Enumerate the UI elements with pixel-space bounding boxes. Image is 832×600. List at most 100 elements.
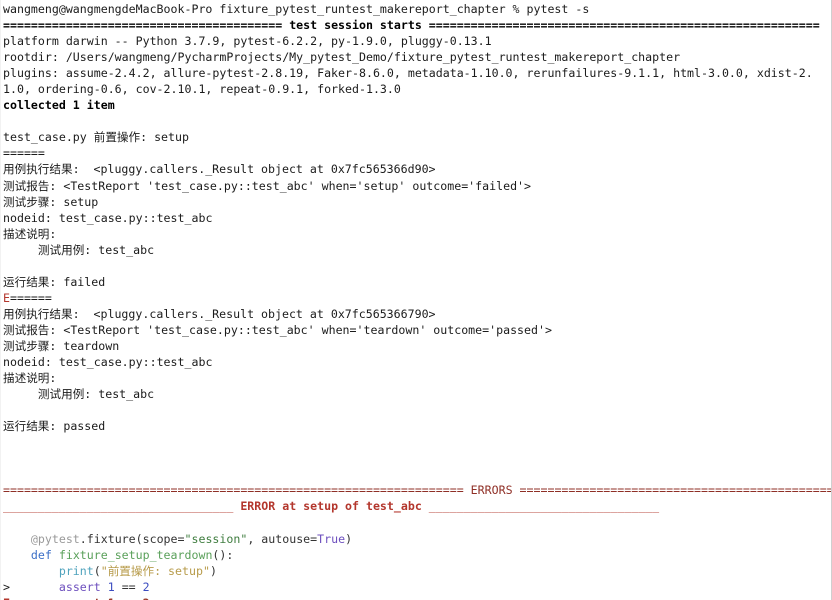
code-line-print: print("前置操作: setup"): [3, 563, 831, 579]
code-line-assert-error: E assert 1 == 2: [3, 595, 831, 600]
teardown-report-value: <TestReport 'test_case.py::test_abc' whe…: [63, 322, 552, 337]
code-line-assert-source: > assert 1 == 2: [3, 579, 831, 595]
errors-space-right: [513, 483, 520, 497]
code-line-decorator: @pytest.fixture(scope="session", autouse…: [3, 531, 831, 547]
collected-text: collected 1 item: [3, 98, 115, 113]
setup-outcome-label: 运行结果:: [3, 274, 57, 289]
teardown-result-gap: [80, 307, 94, 321]
gutter-caret: >: [3, 579, 10, 594]
assert-err-space-2: [115, 596, 122, 600]
print-string-arg: "前置操作: setup": [100, 563, 210, 578]
assert-error-num-left: 1: [108, 596, 115, 600]
autouse-kwarg: , autouse=: [247, 531, 318, 546]
assert-space-1: [101, 580, 108, 594]
setup-separator-line: ======: [3, 145, 831, 161]
assert-space-3: [136, 580, 143, 594]
teardown-desc-label: 描述说明:: [3, 371, 57, 386]
shell-prompt-line: wangmeng@wangmengdeMacBook-Pro fixture_p…: [3, 1, 831, 17]
assert-num-left: 1: [107, 579, 115, 594]
session-rule-right: ========================================…: [428, 18, 820, 33]
assert-indent: [10, 580, 59, 594]
teardown-outcome-value: passed: [63, 419, 106, 434]
assert-err-space-1: [101, 596, 108, 600]
function-name: fixture_setup_teardown: [58, 547, 213, 562]
setup-result-value: <pluggy.callers._Result object at 0x7fc5…: [93, 162, 436, 177]
setup-step-label: 测试步骤:: [3, 194, 57, 209]
fixture-setup-print-text: test_case.py 前置操作: setup: [3, 130, 189, 145]
fixture-call: .fixture(scope=: [79, 531, 185, 546]
setup-outcome-value: failed: [63, 274, 106, 289]
teardown-separator: ======: [9, 290, 52, 305]
setup-desc-indent: [3, 243, 38, 257]
assert-space-2: [115, 580, 122, 594]
teardown-desc-value-line: 测试用例: test_abc: [3, 386, 831, 402]
teardown-desc-label-line: 描述说明:: [3, 370, 831, 386]
assert-err-indent: [10, 596, 59, 600]
errors-rule-right: ========================================…: [519, 483, 831, 498]
teardown-step-value: teardown: [63, 338, 120, 353]
def-keyword: def: [30, 547, 52, 562]
plugins-text-1: plugins: assume-2.4.2, allure-pytest-2.8…: [3, 66, 813, 81]
def-parens: ():: [212, 547, 234, 562]
setup-result-gap: [80, 162, 94, 176]
teardown-nodeid-gap: [52, 355, 59, 369]
shell-prompt-text: wangmeng@wangmengdeMacBook-Pro fixture_p…: [3, 2, 590, 16]
setup-desc-label-line: 描述说明:: [3, 226, 831, 242]
rootdir-text: rootdir: /Users/wangmeng/PycharmProjects…: [3, 50, 681, 65]
teardown-separator-line: E======: [3, 290, 831, 306]
assert-error-num-right: 2: [143, 596, 150, 600]
close-paren: ): [345, 531, 353, 546]
setup-nodeid-value: test_case.py::test_abc: [58, 210, 213, 225]
rootdir-line: rootdir: /Users/wangmeng/PycharmProjects…: [3, 49, 831, 65]
gutter-error-marker: E: [3, 596, 10, 600]
print-builtin: print: [58, 563, 94, 578]
setup-step-line: 测试步骤: setup: [3, 194, 831, 210]
session-header-title: test session starts: [289, 18, 422, 33]
assert-num-right: 2: [142, 579, 150, 594]
errors-space-left: [464, 483, 471, 497]
errors-title: ERRORS: [470, 483, 513, 498]
assert-error-keyword: assert: [59, 596, 101, 600]
error-at-space-right: [422, 499, 429, 513]
teardown-step-line: 测试步骤: teardown: [3, 338, 831, 354]
true-literal: True: [317, 531, 346, 546]
session-space-right: [422, 18, 429, 32]
teardown-nodeid-line: nodeid: test_case.py::test_abc: [3, 354, 831, 370]
platform-text: platform darwin -- Python 3.7.9, pytest-…: [3, 34, 492, 49]
setup-report-value: <TestReport 'test_case.py::test_abc' whe…: [63, 178, 532, 193]
setup-result-label: 用例执行结果:: [3, 162, 80, 177]
collected-line: collected 1 item: [3, 97, 831, 113]
teardown-step-label: 测试步骤:: [3, 338, 57, 353]
teardown-desc-indent: [3, 387, 38, 401]
setup-nodeid-label: nodeid:: [3, 210, 52, 225]
setup-nodeid-gap: [52, 211, 59, 225]
print-open-paren: (: [93, 563, 101, 578]
assert-error-operator: ==: [122, 596, 136, 600]
error-marker: E: [3, 290, 10, 305]
teardown-report-label: 测试报告:: [3, 322, 57, 337]
error-at-title: ERROR at setup of test_abc: [240, 499, 422, 514]
error-at-rule-left: _________________________________: [3, 499, 234, 514]
scope-string: "session": [184, 531, 248, 546]
teardown-report-line: 测试报告: <TestReport 'test_case.py::test_ab…: [3, 322, 831, 338]
setup-desc-label: 描述说明:: [3, 226, 57, 241]
teardown-nodeid-value: test_case.py::test_abc: [58, 355, 213, 370]
setup-nodeid-line: nodeid: test_case.py::test_abc: [3, 210, 831, 226]
platform-line: platform darwin -- Python 3.7.9, pytest-…: [3, 33, 831, 49]
session-rule-left: ========================================: [3, 18, 283, 33]
setup-desc-value-line: 测试用例: test_abc: [3, 242, 831, 258]
session-start-header: ========================================…: [3, 17, 831, 33]
errors-rule-left: ========================================…: [3, 483, 464, 498]
error-at-setup-header: _________________________________ ERROR …: [3, 498, 831, 514]
assert-keyword: assert: [58, 579, 101, 594]
teardown-desc-value: 测试用例: test_abc: [37, 387, 155, 402]
terminal-window[interactable]: wangmeng@wangmengdeMacBook-Pro fixture_p…: [0, 0, 832, 600]
